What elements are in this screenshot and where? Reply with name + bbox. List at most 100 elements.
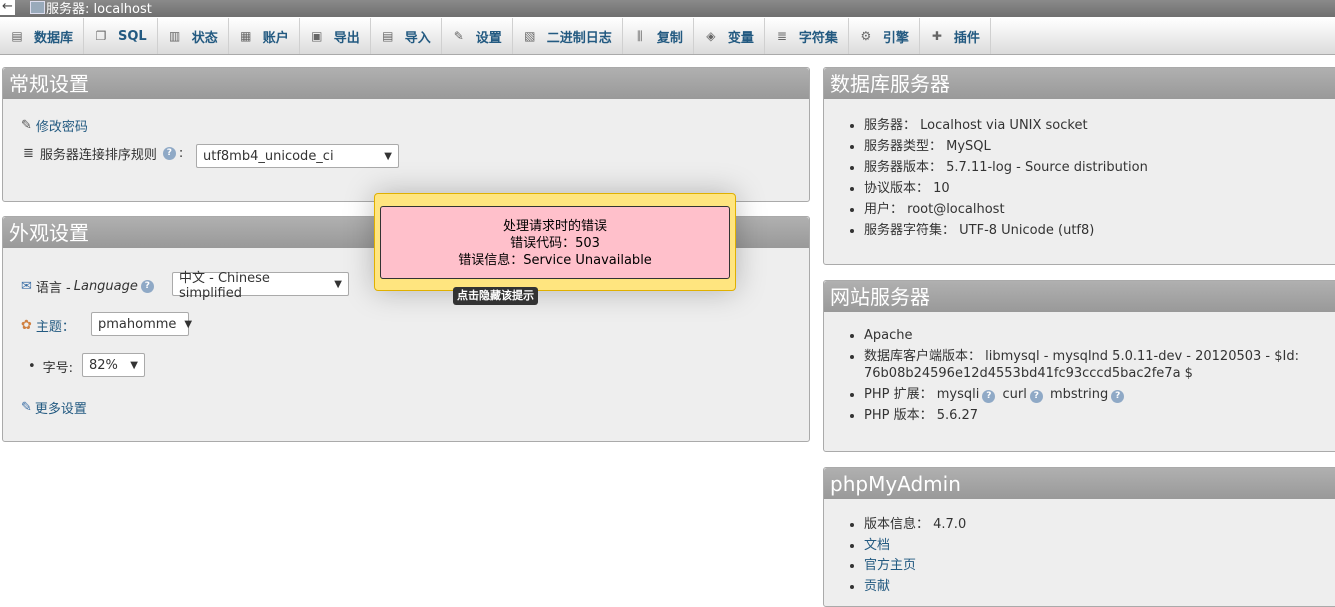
list-item: 版本信息： 4.7.0 [864,515,1335,536]
database-server-title: 数据库服务器 [824,68,1335,99]
tab-label: 二进制日志 [546,30,612,46]
collation-select[interactable]: utf8mb4_unicode_ci ▼ [196,144,399,168]
php-ext-curl: curl [1002,387,1027,402]
error-code: 错误代码：503 [510,236,600,251]
list-item: PHP 版本： 5.6.27 [864,407,1335,424]
tab-variables[interactable]: ◈ 变量 [694,18,765,54]
php-extensions-item: PHP 扩展： mysqli? curl? mbstring? [864,386,1335,403]
language-label: 语言 - [35,281,71,296]
tab-replication[interactable]: ⫼ 复制 [623,18,694,54]
back-arrow-icon[interactable]: ← [0,0,15,15]
tab-label: 数据库 [34,30,74,46]
tab-charset[interactable]: ≣ 字符集 [765,18,849,54]
wrench-icon: ✎ [453,29,464,43]
list-item: 用户： root@localhost [864,199,1335,220]
php-ext-label: PHP 扩展： [864,387,937,402]
main-tabs: ▤ 数据库 ❐ SQL ▥ 状态 ▦ 账户 ▣ 导出 ▤ 导入 ✎ 设置 ▧ 二进制日志 ⫼ 复制 ◈ 变量 ≣ 字符集 ⚙… [0,18,1335,55]
database-icon: ▤ [11,29,23,43]
error-detail: 错误信息：Service Unavailable [458,253,652,268]
language-row: ✉ 语言 - Language ? [21,277,157,296]
list-item: 服务器版本： 5.7.11-log - Source distribution [864,157,1335,178]
more-settings-row: ✎ 更多设置 [21,398,87,417]
tab-label: 导出 [333,30,360,46]
php-ext-mysqli: mysqli [936,387,980,402]
help-icon[interactable]: ? [982,390,996,403]
help-icon[interactable]: ? [1029,390,1043,403]
tab-label: 状态 [191,30,218,46]
status-icon: ▥ [169,29,181,43]
language-icon: ✉ [21,279,32,294]
error-title: 处理请求时的错误 [502,219,607,234]
top-breadcrumb-bar: ← 服务器: localhost [0,0,1335,17]
collation-row: ≣ 服务器连接排序规则 ? : [23,144,183,163]
list-icon: ≣ [23,146,34,161]
tab-label: 设置 [475,30,502,46]
tab-label: 账户 [262,30,289,46]
chevron-down-icon: ▼ [384,150,392,162]
contribute-link[interactable]: 贡献 [864,579,890,594]
tab-export[interactable]: ▣ 导出 [300,18,371,54]
charset-icon: ≣ [776,29,787,43]
php-ext-mbstring: mbstring [1049,387,1109,402]
sql-icon: ❐ [95,29,107,43]
language-label-italic: Language [73,279,138,294]
tab-binlog[interactable]: ▧ 二进制日志 [513,18,623,54]
binlog-icon: ▧ [524,29,536,43]
language-select[interactable]: 中文 - Chinese simplified ▼ [172,271,349,301]
tab-label: 变量 [727,30,754,46]
tab-sql[interactable]: ❐ SQL [84,18,158,54]
database-server-info-list: 服务器： Localhost via UNIX socket服务器类型： MyS… [823,115,1335,241]
list-item: 数据库客户端版本： libmysql - mysqlnd 5.0.11-dev … [864,348,1335,382]
wrench-icon: ✎ [21,400,32,415]
phpmyadmin-info-list: 版本信息： 4.7.0 文档 官方主页 贡献 [823,515,1335,597]
server-icon [30,1,45,14]
tab-status[interactable]: ▥ 状态 [158,18,229,54]
language-value: 中文 - Chinese simplified [179,271,270,301]
tab-label: 插件 [953,30,980,46]
help-icon[interactable]: ? [1111,390,1125,403]
more-settings-link[interactable]: 更多设置 [35,398,87,417]
error-notification[interactable]: 处理请求时的错误 错误代码：503 错误信息：Service Unavailab… [374,193,736,291]
tab-label: 字符集 [798,30,838,46]
chevron-down-icon: ▼ [184,318,193,330]
font-size-row: • 字号: [28,357,73,376]
palette-icon: ✿ [21,318,32,333]
tab-wrench[interactable]: ✎ 设置 [442,18,513,54]
font-size-label: 字号: [42,361,74,376]
help-icon[interactable]: ? [140,280,154,293]
list-item: 服务器字符集： UTF-8 Unicode (utf8) [864,220,1335,241]
theme-select[interactable]: pmahomme ▼ [91,312,193,336]
accounts-icon: ▦ [240,29,252,43]
change-password-link[interactable]: 修改密码 [36,116,88,135]
theme-label[interactable]: 主题： [36,316,75,335]
variables-icon: ◈ [706,29,716,43]
general-settings-panel: 常规设置 [2,67,810,202]
server-breadcrumb[interactable]: 服务器: localhost [46,0,152,17]
collation-label: 服务器连接排序规则 [39,148,157,163]
change-password-row: ✎ 修改密码 [21,116,88,135]
docs-link[interactable]: 文档 [864,538,890,553]
colon-separator: : [178,146,184,161]
tab-database[interactable]: ▤ 数据库 [0,18,85,54]
list-item: 协议版本： 10 [864,178,1335,199]
list-item: Apache [864,327,1335,344]
contribute-item: 贡献 [864,577,1335,598]
web-server-title: 网站服务器 [824,281,1335,312]
collation-value: utf8mb4_unicode_ci [203,148,334,164]
chevron-down-icon: ▼ [130,359,138,371]
theme-row: ✿ 主题： [21,316,75,335]
tab-accounts[interactable]: ▦ 账户 [229,18,300,54]
theme-value: pmahomme [98,316,177,332]
font-size-value: 82% [89,357,118,373]
tab-import[interactable]: ▤ 导入 [371,18,442,54]
help-icon[interactable]: ? [162,147,176,160]
tab-plugin[interactable]: ✚ 插件 [920,18,991,54]
bullet: • [28,359,36,374]
font-size-select[interactable]: 82% ▼ [82,353,145,377]
tab-engine[interactable]: ⚙ 引擎 [849,18,920,54]
tab-label: 引擎 [882,30,909,46]
general-settings-title: 常规设置 [3,68,809,99]
tab-label: 复制 [656,30,683,46]
plugin-icon: ✚ [931,29,942,43]
homepage-link[interactable]: 官方主页 [864,558,916,573]
